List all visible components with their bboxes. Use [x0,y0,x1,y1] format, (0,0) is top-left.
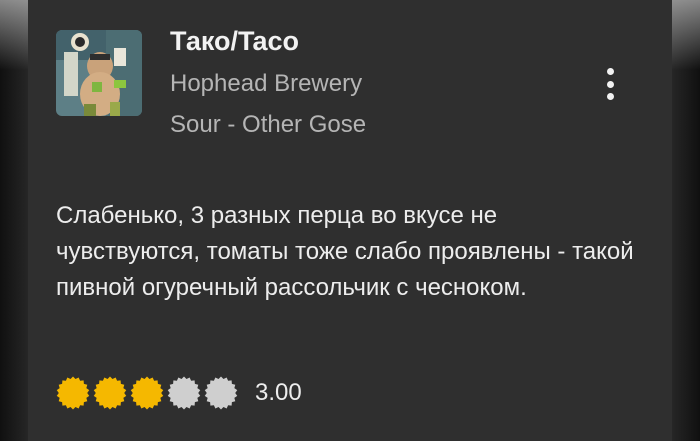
brewery-name[interactable]: Hophead Brewery [170,70,362,98]
rating-caps [56,376,241,410]
more-vertical-icon[interactable] [594,64,626,104]
rating-score: 3.00 [255,379,302,406]
checkin-comment: Слабенько, 3 разных перца во вкусе не чу… [56,202,634,301]
left-edge-fade [0,0,28,441]
menu-dot [606,80,614,88]
beer-style: Sour - Other Gose [170,111,367,138]
beer-name[interactable]: Тако/Taco [170,26,299,57]
right-edge-fade [672,0,700,441]
rating: 3.00 [56,375,302,411]
bottle-cap-icon [56,376,90,410]
beer-label-art [56,30,142,116]
beer-label-image[interactable] [56,30,142,116]
menu-dot [606,68,614,75]
bottle-cap-icon [93,376,127,410]
bottle-cap-icon [130,376,164,410]
menu-dot [606,93,614,100]
checkin-card: Тако/Taco Hophead Brewery Sour - Other G… [28,0,672,441]
bottle-cap-icon [204,376,238,410]
bottle-cap-icon [167,376,201,410]
